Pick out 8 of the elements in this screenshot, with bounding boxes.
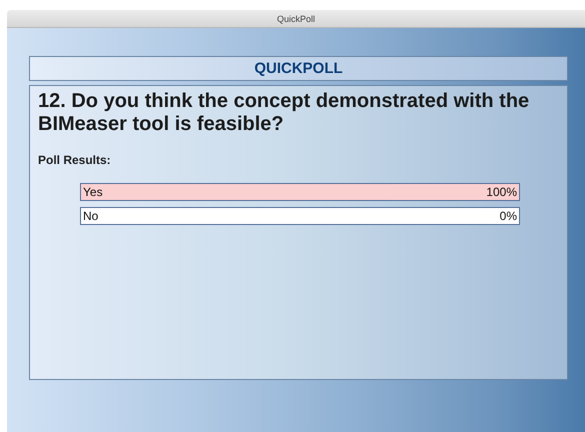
answer-percentage: 100% (486, 185, 517, 199)
question-text: 12. Do you think the concept demonstrated with the BIMeaser tool is feasible? (38, 90, 530, 136)
answer-percentage: 0% (500, 209, 517, 223)
poll-title: QUICKPOLL (254, 60, 343, 77)
answer-label: No (83, 209, 98, 223)
results-label: Poll Results: (38, 153, 112, 167)
window-title: QuickPoll (276, 14, 315, 24)
answer-label: Yes (83, 185, 103, 199)
